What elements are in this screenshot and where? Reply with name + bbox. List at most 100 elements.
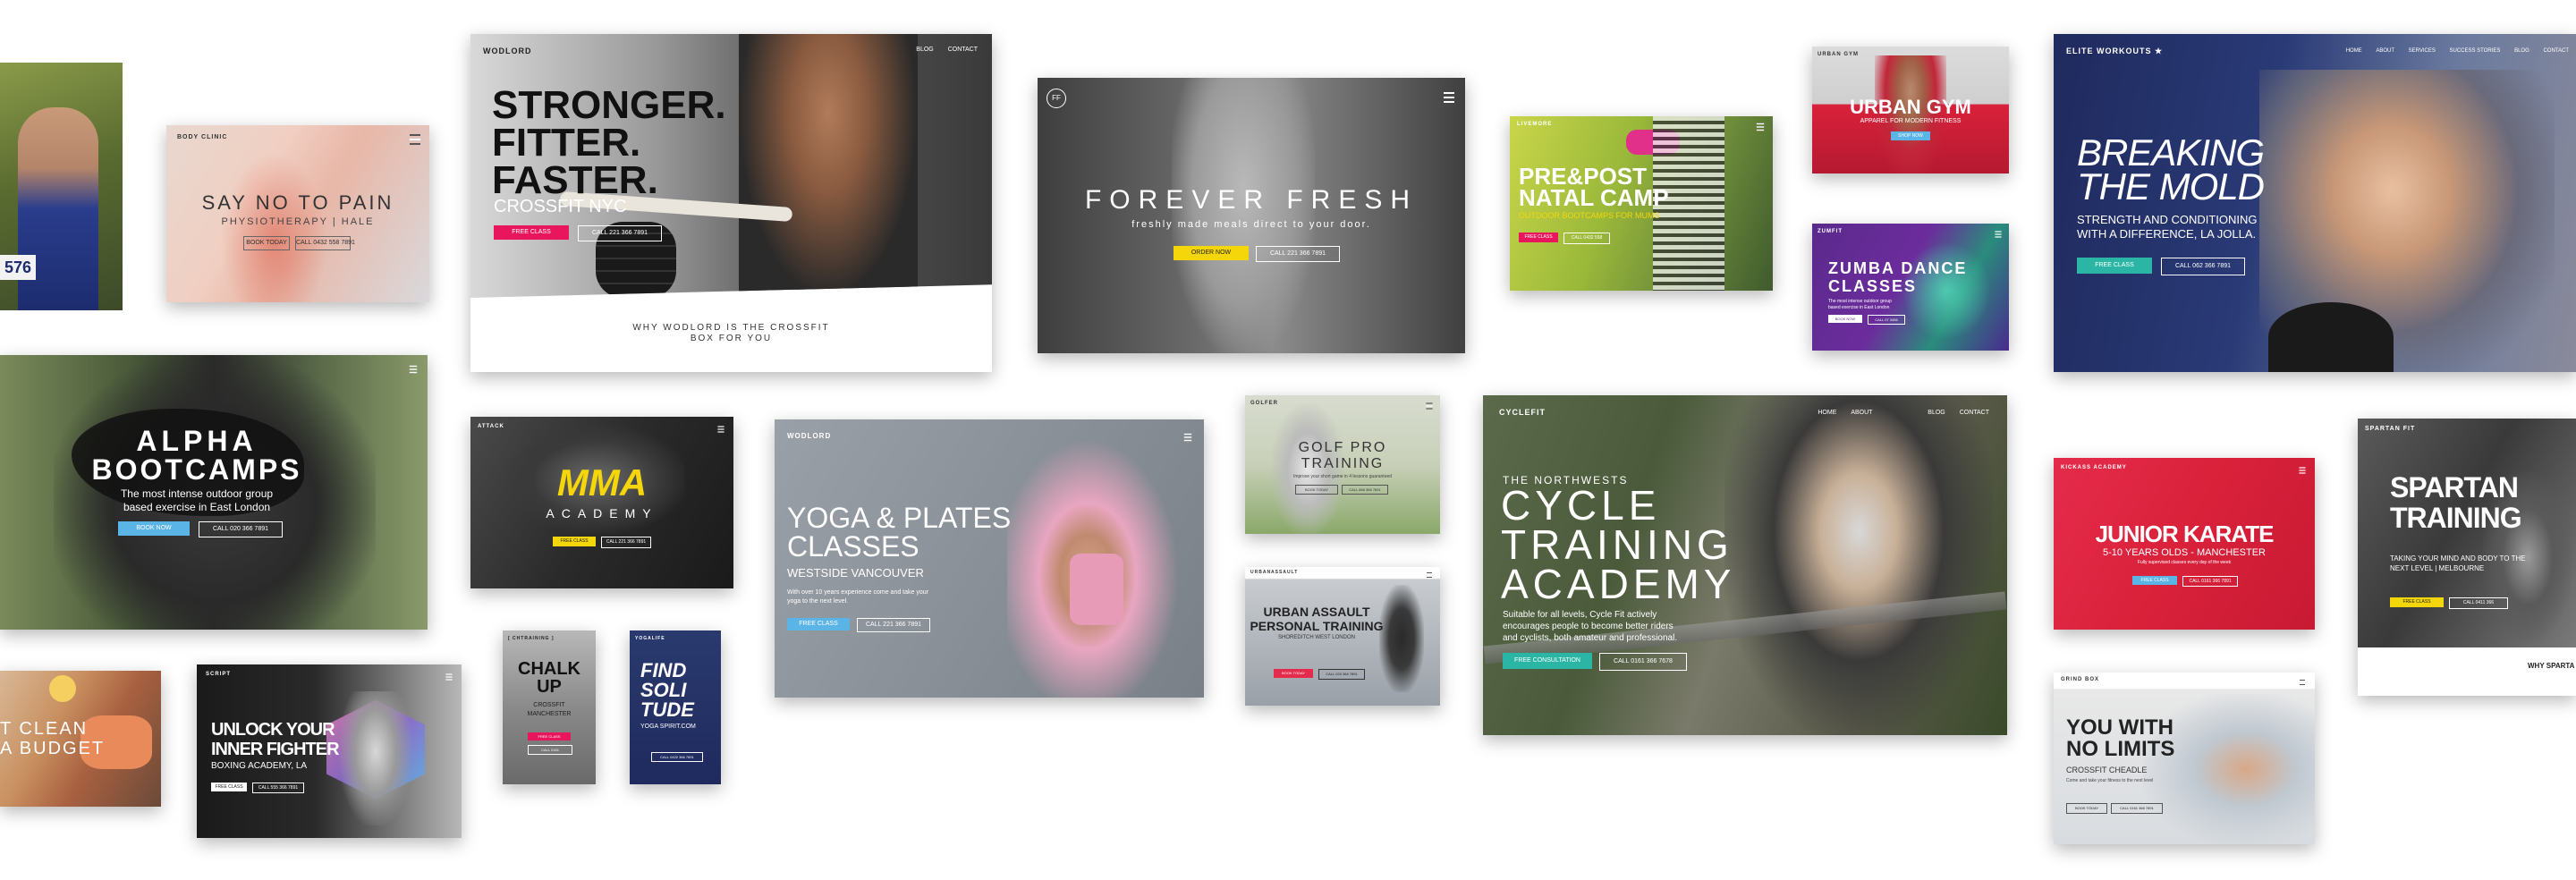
cyclefit-h1: CYCLE	[1501, 482, 1661, 529]
book-today-button[interactable]: BOOK TODAY	[1274, 669, 1313, 678]
footer-line-1: WHY WODLORD IS THE CROSSFIT	[632, 323, 830, 333]
spartan-sub-2: NEXT LEVEL | MELBOURNE	[2390, 564, 2485, 572]
forever-fresh-card[interactable]: FF FOREVER FRESH freshly made meals dire…	[1038, 78, 1465, 353]
mma-title: MMA	[556, 461, 648, 503]
menu-icon[interactable]	[1183, 433, 1192, 442]
nav-about[interactable]: ABOUT	[1851, 410, 1872, 416]
nav-contact[interactable]: CONTACT	[948, 47, 978, 53]
limits-desc: Come and take your fitness to the next l…	[2066, 778, 2154, 783]
menu-icon[interactable]	[445, 673, 453, 681]
menu-icon[interactable]	[2299, 467, 2306, 474]
order-now-button[interactable]: ORDER NOW	[1174, 246, 1249, 260]
book-today-button[interactable]: BOOK TODAY	[1295, 485, 1338, 495]
mma-card[interactable]: ATTACK MMA ACADEMY FREE CLASS CALL 221 3…	[470, 417, 733, 588]
menu-icon[interactable]	[1756, 123, 1765, 131]
nav-contact[interactable]: CONTACT	[2543, 48, 2569, 54]
nav-contact[interactable]: CONTACT	[1960, 410, 1989, 416]
call-button[interactable]: CALL 0161 366 7891	[2182, 576, 2238, 587]
inner-fighter-card[interactable]: SCRIPT UNLOCK YOUR INNER FIGHTER BOXING …	[197, 664, 462, 838]
menu-icon[interactable]	[1426, 402, 1433, 410]
natal-camp-card[interactable]: LIVEMORE PRE&POST NATAL CAMP OUTDOOR BOO…	[1510, 116, 1773, 291]
call-button[interactable]: CALL 07 3456	[1868, 315, 1905, 325]
zumba-card[interactable]: ZUMFIT ZUMBA DANCE CLASSES The most inte…	[1812, 224, 2009, 351]
call-button[interactable]: CALL 555 366 7891	[252, 783, 304, 793]
call-button[interactable]: CALL 221 366 7891	[857, 618, 930, 632]
urban-assault-sub: SHOREDITCH WEST LONDON	[1278, 635, 1355, 640]
alpha-bootcamps-card[interactable]: ALPHA BOOTCAMPS The most intense outdoor…	[0, 355, 428, 630]
urban-assault-h1: URBAN ASSAULT	[1263, 605, 1370, 619]
golf-card[interactable]: GOLFER GOLF PRO TRAINING Improve your sh…	[1245, 395, 1440, 534]
free-class-button[interactable]: FREE CLASS	[2077, 258, 2152, 274]
call-button[interactable]: CALL 0161 366 7678	[1599, 653, 1687, 671]
solitude-card[interactable]: YOGALIFE FIND SOLI TUDE YOGA SPIRIT.COM …	[630, 630, 721, 784]
nav-success-stories[interactable]: SUCCESS STORIES	[2450, 48, 2501, 54]
yoga-card[interactable]: WODLORD YOGA & PLATES CLASSES WESTSIDE V…	[775, 419, 1204, 698]
nav-services[interactable]: SERVICES	[2409, 48, 2436, 54]
call-button[interactable]: CALL 020 366 7891	[1318, 669, 1365, 680]
call-button[interactable]: CALL 221 366 7891	[578, 225, 662, 241]
wodlord-crossfit-card[interactable]: WODLORD BLOG CONTACT STRONGER. FITTER. F…	[470, 34, 992, 372]
urban-gym-logo: URBAN GYM	[1818, 52, 1859, 57]
free-consultation-button[interactable]: FREE CONSULTATION	[1503, 653, 1592, 669]
free-class-button[interactable]: FREE CLASS	[553, 537, 596, 546]
book-today-button[interactable]: BOOK TODAY	[2066, 803, 2107, 814]
free-class-button[interactable]: FREE CLASS	[2132, 576, 2177, 585]
call-button[interactable]: CALL 0161	[528, 745, 572, 755]
menu-icon[interactable]	[2300, 680, 2305, 685]
book-now-button[interactable]: BOOK NOW	[1828, 315, 1862, 323]
urban-assault-card[interactable]: URBANASSAULT URBAN ASSAULT PERSONAL TRAI…	[1245, 567, 1440, 706]
menu-icon[interactable]	[1444, 92, 1454, 103]
cyclefit-h3: ACADEMY	[1501, 561, 1736, 607]
nav-blog[interactable]: BLOG	[916, 47, 933, 53]
elite-sub-2: WITH A DIFFERENCE, LA JOLLA.	[2077, 227, 2257, 241]
menu-icon[interactable]	[409, 365, 418, 374]
nav-blog[interactable]: BLOG	[1928, 410, 1945, 416]
call-button[interactable]: CALL 062 366 7891	[2161, 258, 2245, 275]
elite-workouts-card[interactable]: ELITE WORKOUTS ★ HOME ABOUT SERVICES SUC…	[2054, 34, 2576, 372]
limits-logo: GRIND BOX	[2061, 677, 2100, 682]
shop-now-button[interactable]: SHOP NOW	[1891, 131, 1930, 140]
natal-logo: LIVEMORE	[1517, 122, 1553, 127]
free-class-button[interactable]: FREE CLASS	[211, 783, 247, 791]
yoga-top	[1070, 554, 1123, 625]
free-class-button[interactable]: FREE CLASS	[528, 732, 571, 740]
call-button[interactable]: CALL 866 366 7891	[1342, 485, 1388, 495]
call-button[interactable]: CALL 0161 366 7891	[2111, 803, 2163, 814]
body-clinic-card[interactable]: BODY CLINIC SAY NO TO PAIN PHYSIOTHERAPY…	[166, 125, 429, 302]
menu-icon[interactable]	[1427, 572, 1432, 578]
urban-gym-card[interactable]: URBAN GYM URBAN GYM APPAREL FOR MODERN F…	[1812, 47, 2009, 173]
nav-about[interactable]: ABOUT	[2376, 48, 2394, 54]
mma-sub: ACADEMY	[546, 506, 658, 520]
nav-home[interactable]: HOME	[1818, 410, 1836, 416]
spartan-h2: TRAINING	[2390, 502, 2522, 534]
eat-clean-card[interactable]: T CLEAN A BUDGET	[0, 671, 161, 807]
karate-card[interactable]: KICKASS ACADEMY JUNIOR KARATE 5-10 YEARS…	[2054, 458, 2315, 630]
headline-stronger: STRONGER.	[492, 83, 726, 127]
free-class-button[interactable]: FREE CLASS	[494, 225, 569, 240]
body-clinic-logo: BODY CLINIC	[177, 134, 228, 140]
book-now-button[interactable]: BOOK NOW	[118, 521, 190, 536]
call-button[interactable]: CALL 0432 558	[1563, 233, 1610, 244]
call-button[interactable]: CALL 221 366 7891	[1256, 246, 1340, 262]
no-limits-card[interactable]: GRIND BOX YOU WITH NO LIMITS CROSSFIT CH…	[2054, 673, 2315, 844]
runner-bib: 576	[0, 255, 36, 280]
body-clinic-spine	[220, 152, 327, 302]
nav-home[interactable]: HOME	[2346, 48, 2362, 54]
nav-blog[interactable]: BLOG	[2514, 48, 2529, 54]
free-class-button[interactable]: FREE CLASS	[787, 618, 850, 630]
cyclefit-card[interactable]: CYCLEFIT HOME ABOUT BLOG CONTACT THE NOR…	[1483, 395, 2007, 735]
chalk-up-card[interactable]: [ CHTRAINING ] CHALK UP CROSSFIT MANCHES…	[503, 630, 596, 784]
call-button[interactable]: CALL 221 366 7891	[601, 537, 651, 548]
call-button[interactable]: CALL 0411 366	[2449, 597, 2508, 609]
menu-icon[interactable]	[1995, 231, 2002, 238]
spartan-card[interactable]: SPARTAN FIT SPARTAN TRAINING TAKING YOUR…	[2358, 419, 2576, 696]
book-today-button[interactable]: BOOK TODAY	[243, 236, 290, 250]
call-button[interactable]: CALL 0432 558 7891	[295, 236, 355, 250]
call-button[interactable]: CALL 020 366 7891	[199, 521, 283, 537]
free-class-button[interactable]: FREE CLASS	[1519, 233, 1558, 242]
free-class-button[interactable]: FREE CLASS	[2390, 597, 2444, 607]
menu-icon[interactable]	[717, 426, 724, 433]
call-button[interactable]: CALL 0422 366 7891	[651, 752, 703, 762]
menu-icon[interactable]	[410, 134, 420, 145]
runner-card[interactable]: 576	[0, 63, 123, 310]
